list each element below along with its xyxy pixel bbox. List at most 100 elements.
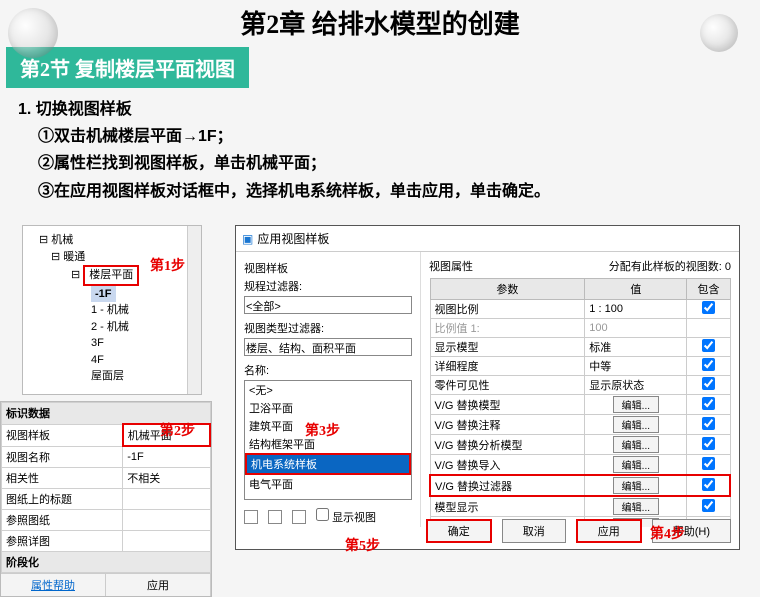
param-cell: V/G 替换分析模型 xyxy=(430,435,585,455)
step-label-5: 第5步 xyxy=(345,535,380,555)
step-label-2: 第2步 xyxy=(160,420,195,440)
value-cell[interactable]: 100 xyxy=(585,319,687,338)
col-include: 包含 xyxy=(687,279,730,300)
properties-apply-button[interactable]: 应用 xyxy=(106,574,211,596)
include-checkbox[interactable] xyxy=(687,475,730,496)
edit-button[interactable]: 编辑... xyxy=(613,416,659,433)
edit-button[interactable]: 编辑... xyxy=(613,456,659,473)
value-cell[interactable]: 标准 xyxy=(585,338,687,357)
rename-icon[interactable] xyxy=(292,510,306,524)
step-label-3: 第3步 xyxy=(305,420,340,440)
instruction-block: 1. 切换视图样板 ①双击机械楼层平面→1F； ②属性栏找到视图样板，单击机械平… xyxy=(0,88,760,205)
ok-button[interactable]: 确定 xyxy=(426,519,492,543)
include-checkbox[interactable] xyxy=(687,395,730,415)
step-label-1: 第1步 xyxy=(150,255,185,275)
tree-item[interactable]: 2 - 机械 xyxy=(27,319,197,336)
name-label: 名称: xyxy=(244,362,412,378)
edit-button[interactable]: 编辑... xyxy=(613,477,659,494)
decorative-bubble xyxy=(8,8,58,58)
discipline-filter-select[interactable]: <全部> xyxy=(244,296,412,314)
heading-1: 1. 切换视图样板 xyxy=(18,96,742,123)
prop-key: 视图样板 xyxy=(2,424,123,446)
include-checkbox[interactable] xyxy=(687,357,730,376)
param-cell: 零件可见性 xyxy=(430,376,585,395)
value-cell[interactable]: 编辑... xyxy=(585,455,687,476)
value-cell[interactable]: 中等 xyxy=(585,357,687,376)
view-properties-table: 参数值包含 视图比例1 : 100比例值 1:100显示模型标准详细程度中等零件… xyxy=(429,278,731,527)
step-text-1: ①双击机械楼层平面→1F； xyxy=(38,123,742,150)
param-cell: 视图比例 xyxy=(430,300,585,319)
viewtype-filter-select[interactable]: 楼层、结构、面积平面 xyxy=(244,338,412,356)
param-cell: 详细程度 xyxy=(430,357,585,376)
param-cell: V/G 替换过滤器 xyxy=(430,475,585,496)
project-browser-tree[interactable]: ⊟ 机械 ⊟ 暖通 ⊟ 楼层平面 -1F 1 - 机械 2 - 机械 3F 4F… xyxy=(22,225,202,395)
tree-item[interactable]: 1 - 机械 xyxy=(27,302,197,319)
cancel-button[interactable]: 取消 xyxy=(502,519,566,543)
step-text-2: ②属性栏找到视图样板，单击机械平面； xyxy=(38,150,742,177)
prop-key: 参照详图 xyxy=(2,530,123,551)
prop-val: 不相关 xyxy=(123,467,210,488)
value-cell[interactable]: 编辑... xyxy=(585,496,687,517)
prop-val xyxy=(123,509,210,530)
template-listbox[interactable]: <无> 卫浴平面 建筑平面 结构框架平面 机电系统样板 电气平面 xyxy=(244,380,412,500)
step-text-3: ③在应用视图样板对话框中，选择机电系统样板，单击应用，单击确定。 xyxy=(38,178,742,205)
properties-help-link[interactable]: 属性帮助 xyxy=(1,574,106,596)
param-cell: 比例值 1: xyxy=(430,319,585,338)
include-checkbox[interactable] xyxy=(687,496,730,517)
edit-button[interactable]: 编辑... xyxy=(613,396,659,413)
list-item[interactable]: <无> xyxy=(245,381,411,399)
decorative-bubble xyxy=(700,14,738,52)
value-cell[interactable]: 1 : 100 xyxy=(585,300,687,319)
tree-node-root[interactable]: ⊟ 机械 xyxy=(27,232,197,249)
prop-val xyxy=(123,530,210,551)
apply-button[interactable]: 应用 xyxy=(576,519,642,543)
param-cell: V/G 替换模型 xyxy=(430,395,585,415)
value-cell[interactable]: 编辑... xyxy=(585,415,687,435)
edit-button[interactable]: 编辑... xyxy=(613,436,659,453)
prop-group-header: 阶段化 xyxy=(2,551,211,572)
scrollbar[interactable] xyxy=(187,226,201,394)
edit-button[interactable]: 编辑... xyxy=(613,498,659,515)
group-label: 视图样板 xyxy=(244,260,412,276)
duplicate-icon[interactable] xyxy=(268,510,282,524)
list-item[interactable]: 卫浴平面 xyxy=(245,399,411,417)
include-checkbox[interactable] xyxy=(687,376,730,395)
include-checkbox[interactable] xyxy=(687,319,730,338)
value-cell[interactable]: 编辑... xyxy=(585,395,687,415)
include-checkbox[interactable] xyxy=(687,415,730,435)
prop-key: 参照图纸 xyxy=(2,509,123,530)
include-checkbox[interactable] xyxy=(687,435,730,455)
prop-val[interactable] xyxy=(123,488,210,509)
step-label-4: 第4步 xyxy=(650,523,685,543)
include-checkbox[interactable] xyxy=(687,455,730,476)
filter-label: 规程过滤器: xyxy=(244,278,412,294)
param-cell: V/G 替换导入 xyxy=(430,455,585,476)
prop-val[interactable]: -1F xyxy=(123,446,210,467)
tree-item[interactable]: 4F xyxy=(27,352,197,369)
prop-key: 相关性 xyxy=(2,467,123,488)
param-cell: V/G 替换注释 xyxy=(430,415,585,435)
value-cell[interactable]: 编辑... xyxy=(585,435,687,455)
chapter-title: 第2章 给排水模型的创建 xyxy=(0,0,760,41)
list-item-selected[interactable]: 机电系统样板 xyxy=(245,453,411,475)
tree-item[interactable]: 屋面层 xyxy=(27,368,197,385)
param-cell: 模型显示 xyxy=(430,496,585,517)
show-view-checkbox[interactable]: 显示视图 xyxy=(316,508,376,525)
tree-item[interactable]: 3F xyxy=(27,335,197,352)
include-checkbox[interactable] xyxy=(687,300,730,319)
col-value: 值 xyxy=(585,279,687,300)
new-icon[interactable] xyxy=(244,510,258,524)
dialog-title: 应用视图样板 xyxy=(236,226,739,252)
apply-view-template-dialog: 应用视图样板 视图样板 规程过滤器: <全部> 视图类型过滤器: 楼层、结构、面… xyxy=(235,225,740,550)
tree-item[interactable]: -1F xyxy=(27,286,197,303)
type-filter-label: 视图类型过滤器: xyxy=(244,320,412,336)
param-cell: 显示模型 xyxy=(430,338,585,357)
include-checkbox[interactable] xyxy=(687,338,730,357)
col-param: 参数 xyxy=(430,279,585,300)
value-cell[interactable]: 显示原状态 xyxy=(585,376,687,395)
group-label: 视图属性 xyxy=(429,258,473,274)
list-item[interactable]: 电气平面 xyxy=(245,475,411,493)
prop-key: 图纸上的标题 xyxy=(2,488,123,509)
prop-key: 视图名称 xyxy=(2,446,123,467)
value-cell[interactable]: 编辑... xyxy=(585,475,687,496)
